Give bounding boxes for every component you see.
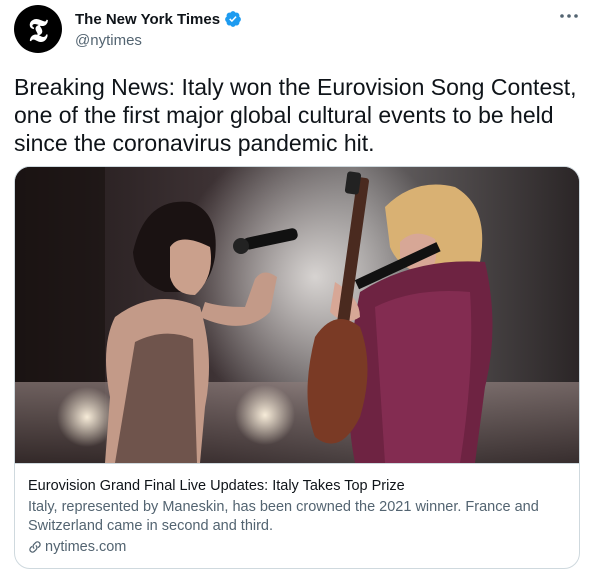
card-body: Eurovision Grand Final Live Updates: Ita… — [28, 477, 568, 555]
nyt-logo-icon: 𝕿 — [28, 11, 48, 49]
handle[interactable]: @nytimes — [75, 32, 242, 49]
tweet: 𝕿 The New York Times @nytimes Breaking N… — [0, 0, 597, 580]
tweet-text: Breaking News: Italy won the Eurovision … — [14, 74, 577, 156]
tweet-header: The New York Times @nytimes — [75, 9, 242, 49]
display-name[interactable]: The New York Times — [75, 11, 220, 28]
more-options-button[interactable] — [557, 6, 581, 26]
card-domain[interactable]: nytimes.com — [28, 539, 568, 555]
card-image[interactable] — [15, 167, 579, 463]
avatar[interactable]: 𝕿 — [14, 5, 62, 53]
link-card[interactable]: Eurovision Grand Final Live Updates: Ita… — [14, 166, 580, 569]
verified-badge-icon — [224, 10, 242, 28]
card-title[interactable]: Eurovision Grand Final Live Updates: Ita… — [28, 477, 568, 496]
card-description: Italy, represented by Maneskin, has been… — [28, 499, 539, 534]
card-divider — [15, 463, 579, 464]
more-options-icon — [560, 14, 578, 18]
link-icon — [28, 540, 42, 554]
name-row: The New York Times — [75, 9, 242, 29]
card-domain-text: nytimes.com — [45, 539, 127, 555]
